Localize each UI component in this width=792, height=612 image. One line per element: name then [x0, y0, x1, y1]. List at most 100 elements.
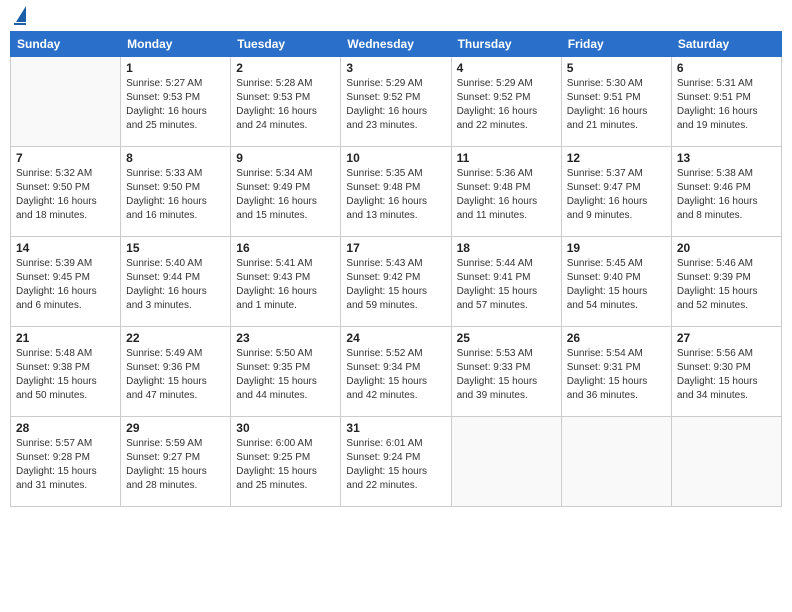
calendar-cell: 22 Sunrise: 5:49 AMSunset: 9:36 PMDayligh…: [121, 327, 231, 417]
calendar-cell: 11 Sunrise: 5:36 AMSunset: 9:48 PMDayligh…: [451, 147, 561, 237]
day-number: 14: [16, 241, 115, 255]
day-number: 25: [457, 331, 556, 345]
day-number: 15: [126, 241, 225, 255]
calendar-cell: 18 Sunrise: 5:44 AMSunset: 9:41 PMDayligh…: [451, 237, 561, 327]
day-detail: Sunrise: 5:33 AMSunset: 9:50 PMDaylight:…: [126, 167, 225, 223]
logo: [14, 10, 26, 25]
day-number: 1: [126, 61, 225, 75]
calendar-cell: 30 Sunrise: 6:00 AMSunset: 9:25 PMDayligh…: [231, 417, 341, 507]
day-detail: Sunrise: 5:40 AMSunset: 9:44 PMDaylight:…: [126, 257, 225, 313]
calendar-cell: 17 Sunrise: 5:43 AMSunset: 9:42 PMDayligh…: [341, 237, 451, 327]
calendar-cell: 7 Sunrise: 5:32 AMSunset: 9:50 PMDaylight…: [11, 147, 121, 237]
calendar-cell: 25 Sunrise: 5:53 AMSunset: 9:33 PMDayligh…: [451, 327, 561, 417]
day-detail: Sunrise: 5:36 AMSunset: 9:48 PMDaylight:…: [457, 167, 556, 223]
day-detail: Sunrise: 5:32 AMSunset: 9:50 PMDaylight:…: [16, 167, 115, 223]
calendar-table: SundayMondayTuesdayWednesdayThursdayFrid…: [10, 31, 782, 507]
day-number: 23: [236, 331, 335, 345]
day-detail: Sunrise: 5:59 AMSunset: 9:27 PMDaylight:…: [126, 437, 225, 493]
day-detail: Sunrise: 5:56 AMSunset: 9:30 PMDaylight:…: [677, 347, 776, 403]
column-header-sunday: Sunday: [11, 32, 121, 57]
day-detail: Sunrise: 5:49 AMSunset: 9:36 PMDaylight:…: [126, 347, 225, 403]
day-detail: Sunrise: 6:00 AMSunset: 9:25 PMDaylight:…: [236, 437, 335, 493]
calendar-cell: 20Sunrise: 5:46 AMSunset: 9:39 PMDayligh…: [671, 237, 781, 327]
calendar-cell: 5 Sunrise: 5:30 AMSunset: 9:51 PMDaylight…: [561, 57, 671, 147]
day-number: 28: [16, 421, 115, 435]
column-header-friday: Friday: [561, 32, 671, 57]
calendar-cell: 1 Sunrise: 5:27 AMSunset: 9:53 PMDaylight…: [121, 57, 231, 147]
day-detail: Sunrise: 5:28 AMSunset: 9:53 PMDaylight:…: [236, 77, 335, 133]
logo-triangle-icon: [16, 6, 26, 22]
calendar-cell: [671, 417, 781, 507]
calendar-cell: 9Sunrise: 5:34 AMSunset: 9:49 PMDaylight…: [231, 147, 341, 237]
column-header-saturday: Saturday: [671, 32, 781, 57]
day-number: 17: [346, 241, 445, 255]
calendar-week-row: 28 Sunrise: 5:57 AMSunset: 9:28 PMDayligh…: [11, 417, 782, 507]
day-detail: Sunrise: 5:38 AMSunset: 9:46 PMDaylight:…: [677, 167, 776, 223]
column-header-wednesday: Wednesday: [341, 32, 451, 57]
page-header: [10, 10, 782, 25]
column-header-tuesday: Tuesday: [231, 32, 341, 57]
day-number: 11: [457, 151, 556, 165]
column-header-thursday: Thursday: [451, 32, 561, 57]
day-detail: Sunrise: 5:57 AMSunset: 9:28 PMDaylight:…: [16, 437, 115, 493]
day-detail: Sunrise: 5:44 AMSunset: 9:41 PMDaylight:…: [457, 257, 556, 313]
day-number: 22: [126, 331, 225, 345]
day-detail: Sunrise: 5:43 AMSunset: 9:42 PMDaylight:…: [346, 257, 445, 313]
day-number: 21: [16, 331, 115, 345]
calendar-cell: 14 Sunrise: 5:39 AMSunset: 9:45 PMDayligh…: [11, 237, 121, 327]
column-header-monday: Monday: [121, 32, 231, 57]
calendar-cell: 4Sunrise: 5:29 AMSunset: 9:52 PMDaylight…: [451, 57, 561, 147]
day-detail: Sunrise: 5:31 AMSunset: 9:51 PMDaylight:…: [677, 77, 776, 133]
day-detail: Sunrise: 5:34 AMSunset: 9:49 PMDaylight:…: [236, 167, 335, 223]
calendar-cell: 2 Sunrise: 5:28 AMSunset: 9:53 PMDaylight…: [231, 57, 341, 147]
calendar-cell: 21Sunrise: 5:48 AMSunset: 9:38 PMDayligh…: [11, 327, 121, 417]
day-number: 12: [567, 151, 666, 165]
calendar-cell: 23 Sunrise: 5:50 AMSunset: 9:35 PMDayligh…: [231, 327, 341, 417]
calendar-cell: 10Sunrise: 5:35 AMSunset: 9:48 PMDayligh…: [341, 147, 451, 237]
calendar-cell: 8Sunrise: 5:33 AMSunset: 9:50 PMDaylight…: [121, 147, 231, 237]
calendar-cell: 13 Sunrise: 5:38 AMSunset: 9:46 PMDayligh…: [671, 147, 781, 237]
calendar-cell: 24Sunrise: 5:52 AMSunset: 9:34 PMDayligh…: [341, 327, 451, 417]
calendar-cell: 31Sunrise: 6:01 AMSunset: 9:24 PMDayligh…: [341, 417, 451, 507]
day-number: 30: [236, 421, 335, 435]
day-detail: Sunrise: 5:54 AMSunset: 9:31 PMDaylight:…: [567, 347, 666, 403]
calendar-cell: 6 Sunrise: 5:31 AMSunset: 9:51 PMDaylight…: [671, 57, 781, 147]
day-number: 27: [677, 331, 776, 345]
calendar-week-row: 1 Sunrise: 5:27 AMSunset: 9:53 PMDaylight…: [11, 57, 782, 147]
day-detail: Sunrise: 5:29 AMSunset: 9:52 PMDaylight:…: [346, 77, 445, 133]
day-detail: Sunrise: 5:53 AMSunset: 9:33 PMDaylight:…: [457, 347, 556, 403]
day-detail: Sunrise: 5:39 AMSunset: 9:45 PMDaylight:…: [16, 257, 115, 313]
day-detail: Sunrise: 5:29 AMSunset: 9:52 PMDaylight:…: [457, 77, 556, 133]
day-number: 6: [677, 61, 776, 75]
day-number: 2: [236, 61, 335, 75]
day-detail: Sunrise: 5:45 AMSunset: 9:40 PMDaylight:…: [567, 257, 666, 313]
calendar-cell: [451, 417, 561, 507]
calendar-cell: 27 Sunrise: 5:56 AMSunset: 9:30 PMDayligh…: [671, 327, 781, 417]
day-number: 18: [457, 241, 556, 255]
calendar-header-row: SundayMondayTuesdayWednesdayThursdayFrid…: [11, 32, 782, 57]
day-detail: Sunrise: 5:50 AMSunset: 9:35 PMDaylight:…: [236, 347, 335, 403]
calendar-cell: 19 Sunrise: 5:45 AMSunset: 9:40 PMDayligh…: [561, 237, 671, 327]
calendar-week-row: 14 Sunrise: 5:39 AMSunset: 9:45 PMDayligh…: [11, 237, 782, 327]
day-detail: Sunrise: 5:41 AMSunset: 9:43 PMDaylight:…: [236, 257, 335, 313]
calendar-cell: 26Sunrise: 5:54 AMSunset: 9:31 PMDayligh…: [561, 327, 671, 417]
day-number: 19: [567, 241, 666, 255]
calendar-week-row: 21Sunrise: 5:48 AMSunset: 9:38 PMDayligh…: [11, 327, 782, 417]
day-number: 7: [16, 151, 115, 165]
day-detail: Sunrise: 5:27 AMSunset: 9:53 PMDaylight:…: [126, 77, 225, 133]
day-number: 24: [346, 331, 445, 345]
calendar-week-row: 7 Sunrise: 5:32 AMSunset: 9:50 PMDaylight…: [11, 147, 782, 237]
day-number: 5: [567, 61, 666, 75]
day-number: 20: [677, 241, 776, 255]
calendar-cell: 15 Sunrise: 5:40 AMSunset: 9:44 PMDayligh…: [121, 237, 231, 327]
day-detail: Sunrise: 5:30 AMSunset: 9:51 PMDaylight:…: [567, 77, 666, 133]
calendar-cell: [11, 57, 121, 147]
calendar-cell: [561, 417, 671, 507]
day-number: 16: [236, 241, 335, 255]
day-number: 13: [677, 151, 776, 165]
day-detail: Sunrise: 5:35 AMSunset: 9:48 PMDaylight:…: [346, 167, 445, 223]
day-detail: Sunrise: 5:37 AMSunset: 9:47 PMDaylight:…: [567, 167, 666, 223]
logo-underline: [14, 23, 26, 25]
day-detail: Sunrise: 6:01 AMSunset: 9:24 PMDaylight:…: [346, 437, 445, 493]
day-number: 3: [346, 61, 445, 75]
